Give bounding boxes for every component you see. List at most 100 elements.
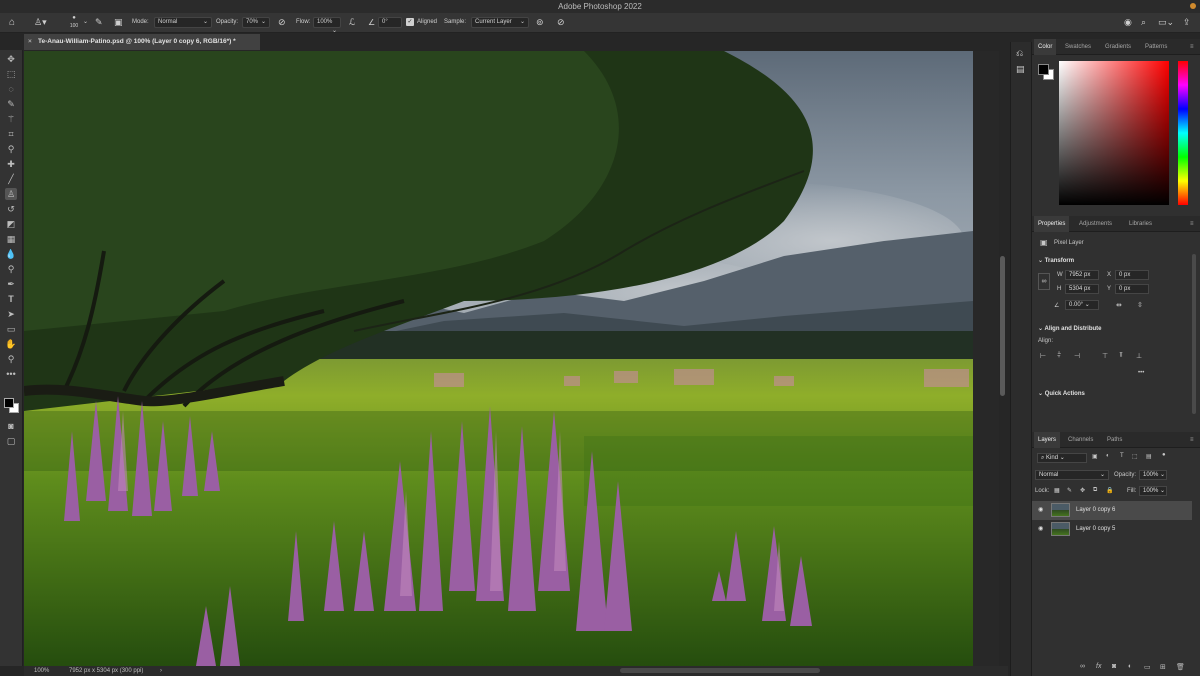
layer-row[interactable]: ◉ Layer 0 copy 6 [1032,501,1192,520]
search-icon[interactable]: ⌕ [1141,16,1146,29]
healing-brush-icon[interactable]: ✚ [5,158,17,170]
align-right-icon[interactable]: ⊣ [1074,352,1080,360]
crop-tool-icon[interactable]: ⌗ [5,128,17,140]
history-panel-icon[interactable]: ⎌ [1016,48,1023,59]
align-bottom-icon[interactable]: ⊥ [1136,352,1142,360]
eyedropper-tool-icon[interactable]: ⚲ [5,143,17,155]
filter-adjustment-icon[interactable]: ◐ [1106,453,1110,459]
flip-horizontal-icon[interactable]: ⇹ [1116,301,1122,309]
horizontal-scrollbar-thumb[interactable] [620,668,820,673]
lasso-tool-icon[interactable]: ◌ [5,83,17,95]
zoom-tool-icon[interactable]: ⚲ [5,353,17,365]
width-field[interactable]: 7952 px [1065,270,1099,280]
hue-slider[interactable] [1178,61,1188,205]
tab-patterns[interactable]: Patterns [1145,39,1167,55]
layer-style-button[interactable]: fx [1096,663,1101,670]
flip-vertical-icon[interactable]: ⇳ [1137,301,1143,309]
tab-gradients[interactable]: Gradients [1105,39,1131,55]
tab-swatches[interactable]: Swatches [1065,39,1091,55]
x-field[interactable]: 0 px [1115,270,1149,280]
filter-smart-object-icon[interactable]: ▤ [1146,453,1152,460]
color-field[interactable] [1059,61,1169,205]
lock-image-icon[interactable]: ✎ [1067,487,1072,494]
lock-position-icon[interactable]: ✥ [1080,487,1085,494]
status-menu-chevron-icon[interactable]: › [160,666,162,676]
clone-stamp-tool-icon[interactable]: ♙ [5,188,17,200]
zoom-level[interactable]: 100% [34,666,49,676]
workspace-icon[interactable]: ▭⌄ [1158,16,1174,29]
brush-tool-icon[interactable]: ╱ [5,173,17,185]
history-brush-icon[interactable]: ↺ [5,203,17,215]
new-layer-icon[interactable]: ⊞ [1160,663,1166,671]
pen-tool-icon[interactable]: ✒ [5,278,17,290]
adjustment-layer-icon[interactable]: ◐ [1128,663,1132,670]
panel-menu-icon[interactable]: ≡ [1190,432,1194,448]
align-middle-icon[interactable]: ⫪ [1119,352,1123,360]
filter-pixel-icon[interactable]: ▣ [1092,453,1098,460]
share-icon[interactable]: ⇪ [1183,16,1191,29]
panel-menu-icon[interactable]: ≡ [1190,216,1194,232]
link-dimensions-icon[interactable]: ∞ [1038,273,1050,290]
quick-select-tool-icon[interactable]: ✎ [5,98,17,110]
align-center-h-icon[interactable]: ⫩ [1057,352,1061,360]
clone-source-icon[interactable]: ▣ [114,16,123,29]
hand-tool-icon[interactable]: ✋ [5,338,17,350]
fill-field[interactable]: 100% ⌄ [1139,486,1167,496]
clone-stamp-preset-icon[interactable]: ♙▾ [34,16,47,29]
brush-settings-icon[interactable]: ✎ [95,16,103,29]
gradient-tool-icon[interactable]: ▦ [5,233,17,245]
layer-name[interactable]: Layer 0 copy 5 [1076,520,1115,539]
delete-layer-icon[interactable]: 🗑 [1176,663,1185,671]
lock-all-icon[interactable]: 🔒 [1106,487,1113,494]
opacity-field[interactable]: 70% ⌄ [242,17,270,28]
canvas[interactable] [24,51,973,666]
close-icon[interactable]: × [28,34,32,50]
move-tool-icon[interactable]: ✥ [5,53,17,65]
more-options-icon[interactable]: ••• [1138,370,1144,376]
chevron-down-icon[interactable]: ⌄ [83,16,88,29]
airbrush-icon[interactable]: ℒ [349,16,355,29]
layer-filter-select[interactable]: ⌕ Kind ⌄ [1037,453,1087,463]
dodge-tool-icon[interactable]: ⚲ [5,263,17,275]
comments-panel-icon[interactable]: ▤ [1016,64,1025,75]
align-section-header[interactable]: ⌄ Align and Distribute [1038,325,1101,332]
align-left-icon[interactable]: ⊢ [1040,352,1046,360]
type-tool-icon[interactable]: T [5,293,17,305]
rectangle-tool-icon[interactable]: ▭ [5,323,17,335]
link-layers-icon[interactable]: ∞ [1080,663,1085,670]
learn-icon[interactable]: ◉ [1124,16,1132,29]
group-icon[interactable]: ▭ [1144,663,1151,671]
lock-transparent-icon[interactable]: ▦ [1054,487,1060,494]
transform-section-header[interactable]: ⌄ Transform [1038,257,1074,264]
align-top-icon[interactable]: ⊤ [1102,352,1108,360]
y-field[interactable]: 0 px [1115,284,1149,294]
tab-properties[interactable]: Properties [1034,216,1070,232]
eye-icon[interactable]: ◉ [1038,501,1043,520]
flow-field[interactable]: 100% ⌄ [313,17,341,34]
screen-mode-icon[interactable]: ▢ [5,435,17,447]
layer-name[interactable]: Layer 0 copy 6 [1076,501,1115,520]
ignore-adjustment-icon[interactable]: ⊚ [536,16,544,29]
tab-libraries[interactable]: Libraries [1129,216,1152,232]
properties-scrollbar[interactable] [1192,254,1196,414]
quick-mask-icon[interactable]: ◙ [5,420,17,432]
eraser-tool-icon[interactable]: ◩ [5,218,17,230]
path-select-icon[interactable]: ➤ [5,308,17,320]
quick-actions-section-header[interactable]: ⌄ Quick Actions [1038,390,1085,397]
eye-icon[interactable]: ◉ [1038,520,1043,539]
filter-type-icon[interactable]: T [1120,453,1124,459]
tab-adjustments[interactable]: Adjustments [1079,216,1112,232]
filter-toggle-icon[interactable]: ● [1162,452,1166,458]
lock-artboard-icon[interactable]: ⧉ [1093,487,1097,494]
tab-paths[interactable]: Paths [1107,432,1122,448]
aligned-checkbox[interactable]: ✓ [406,18,414,26]
foreground-color-chip[interactable] [1038,64,1049,75]
layer-opacity-field[interactable]: 100% ⌄ [1139,470,1167,480]
blur-tool-icon[interactable]: 💧 [5,248,17,260]
tab-channels[interactable]: Channels [1068,432,1093,448]
tab-color[interactable]: Color [1034,39,1057,55]
angle-field[interactable]: 0° [378,17,402,28]
home-icon[interactable]: ⌂ [9,16,15,29]
sample-select[interactable]: Current Layer ⌄ [471,17,529,28]
add-mask-icon[interactable]: ◙ [1112,663,1116,670]
